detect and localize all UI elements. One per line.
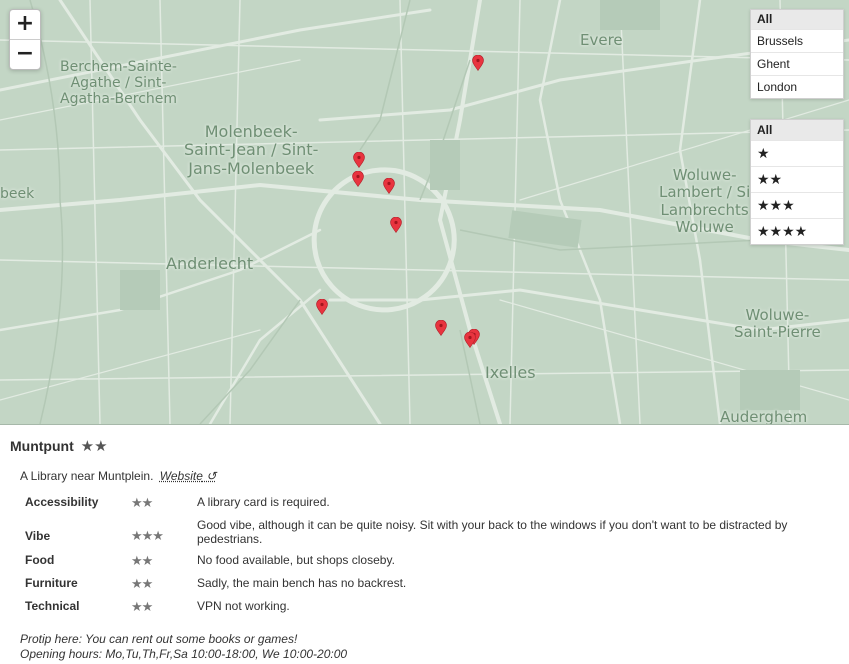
zoom-control: + −: [9, 9, 41, 70]
rating-filter-all[interactable]: All: [751, 120, 843, 141]
criteria-note: A library card is required.: [197, 495, 330, 509]
place-name: Muntpunt: [10, 438, 74, 454]
place-detail-panel: Muntpunt ★★ A Library near Muntplein. We…: [0, 425, 849, 664]
place-rating: ★★: [80, 438, 108, 455]
criteria-note: VPN not working.: [197, 599, 290, 613]
map-label-woluwe-lambert: Woluwe- Lambert / Si Lambrechts Woluwe: [659, 166, 751, 236]
place-description-text: A Library near Muntplein.: [20, 469, 154, 483]
criteria-row: Accessibility ★★ A library card is requi…: [20, 495, 817, 518]
criteria-row: Vibe ★★★ Good vibe, although it can be q…: [20, 518, 817, 553]
map[interactable]: Berchem-Sainte- Agathe / Sint- Agatha-Berc…: [0, 0, 849, 425]
map-marker-icon[interactable]: [383, 177, 395, 195]
protip-text: Protip here: You can rent out some books…: [20, 632, 298, 646]
city-filter-london[interactable]: London: [751, 76, 843, 98]
map-label-woluwe-pierre: Woluwe- Saint-Pierre: [734, 306, 821, 342]
map-label-molenbeek: Molenbeek- Saint-Jean / Sint- Jans-Molenbe…: [184, 122, 319, 178]
map-label-beek: beek: [0, 186, 35, 202]
criteria-stars: ★★: [131, 495, 153, 510]
map-label-anderlecht: Anderlecht: [166, 254, 254, 273]
rating-filter-3-stars[interactable]: ★★★: [751, 193, 843, 219]
criteria-row: Technical ★★ VPN not working.: [20, 599, 817, 622]
criteria-name: Vibe: [25, 528, 51, 543]
criteria-note: Good vibe, although it can be quite nois…: [197, 518, 788, 546]
map-marker-icon[interactable]: [472, 54, 484, 72]
criteria-name: Technical: [25, 599, 80, 613]
map-label-auderghem: Auderghem: [720, 408, 808, 425]
protip: Protip here: You can rent out some books…: [20, 632, 347, 662]
place-description: A Library near Muntplein. Website ↺: [20, 469, 216, 483]
map-marker-icon[interactable]: [464, 331, 476, 349]
external-link-icon: ↺: [206, 469, 217, 483]
city-filter-all[interactable]: All: [751, 10, 843, 30]
website-link-label: Website: [159, 469, 203, 483]
rating-filter-2-stars[interactable]: ★★: [751, 167, 843, 193]
criteria-table: Accessibility ★★ A library card is requi…: [20, 495, 817, 622]
criteria-stars: ★★: [131, 599, 153, 614]
place-title: Muntpunt ★★: [10, 437, 108, 455]
criteria-row: Furniture ★★ Sadly, the main bench has n…: [20, 576, 817, 599]
criteria-name: Furniture: [25, 576, 78, 590]
map-label-berchem: Berchem-Sainte- Agathe / Sint- Agatha-Berc…: [60, 59, 178, 108]
map-label-evere: Evere: [580, 31, 623, 49]
criteria-name: Accessibility: [25, 495, 99, 509]
map-marker-icon[interactable]: [353, 151, 365, 169]
rating-filter-1-star[interactable]: ★: [751, 141, 843, 167]
criteria-stars: ★★: [131, 553, 153, 568]
criteria-name: Food: [25, 553, 55, 567]
criteria-note: Sadly, the main bench has no backrest.: [197, 576, 407, 590]
criteria-stars: ★★: [131, 576, 153, 591]
rating-filter: All ★ ★★ ★★★ ★★★★: [750, 119, 844, 245]
zoom-in-button[interactable]: +: [10, 10, 40, 39]
zoom-out-button[interactable]: −: [10, 39, 40, 69]
website-link[interactable]: Website ↺: [160, 469, 217, 483]
map-marker-icon[interactable]: [390, 216, 402, 234]
rating-filter-4-stars[interactable]: ★★★★: [751, 219, 843, 244]
city-filter-ghent[interactable]: Ghent: [751, 53, 843, 76]
criteria-stars: ★★★: [131, 527, 164, 543]
city-filter: All Brussels Ghent London: [750, 9, 844, 99]
criteria-note: No food available, but shops closeby.: [197, 553, 395, 567]
city-filter-brussels[interactable]: Brussels: [751, 30, 843, 53]
map-marker-icon[interactable]: [352, 170, 364, 188]
map-marker-icon[interactable]: [316, 298, 328, 316]
map-label-ixelles: Ixelles: [485, 363, 536, 382]
opening-hours: Opening hours: Mo,Tu,Th,Fr,Sa 10:00-18:0…: [20, 647, 348, 661]
criteria-row: Food ★★ No food available, but shops clo…: [20, 553, 817, 576]
map-marker-icon[interactable]: [435, 319, 447, 337]
